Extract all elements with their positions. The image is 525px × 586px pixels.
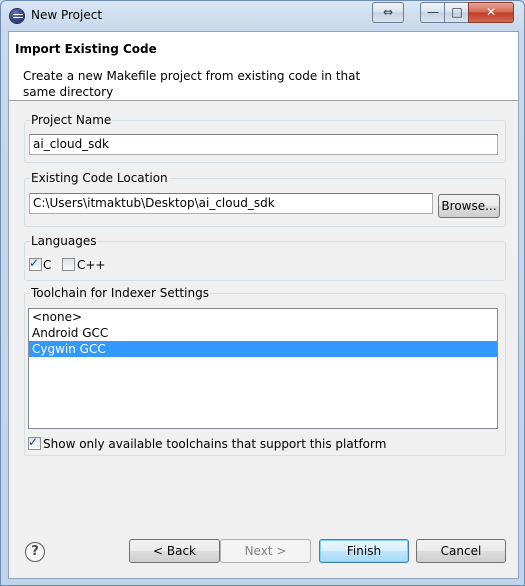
code-location-label: Existing Code Location <box>30 170 169 186</box>
languages-group: Languages ✓ C C++ <box>24 233 506 281</box>
toolchain-group: Toolchain for Indexer Settings <none> An… <box>24 285 506 456</box>
title-bar[interactable]: New Project ⇔ — □ ✕ <box>1 1 524 31</box>
browse-button[interactable]: Browse... <box>438 194 500 218</box>
page-description: Create a new Makefile project from exist… <box>23 69 361 99</box>
minimize-button[interactable]: — <box>420 2 446 23</box>
code-location-input[interactable]: C:\Users\itmaktub\Desktop\ai_cloud_sdk <box>29 193 433 214</box>
maximize-button[interactable]: □ <box>444 2 470 23</box>
code-location-group: Existing Code Location C:\Users\itmaktub… <box>24 170 506 227</box>
dialog-window: New Project ⇔ — □ ✕ Import Existing Code… <box>0 0 525 586</box>
next-button[interactable]: Next > <box>220 539 311 563</box>
cancel-button[interactable]: Cancel <box>416 539 506 563</box>
close-button[interactable]: ✕ <box>468 2 514 23</box>
wizard-header: Import Existing Code Create a new Makefi… <box>9 32 518 101</box>
project-name-group: Project Name ai_cloud_sdk <box>24 112 506 163</box>
language-c-checkbox[interactable]: ✓ <box>29 256 42 271</box>
language-c-label: C <box>43 258 52 272</box>
checkmark-icon: ✓ <box>28 435 39 449</box>
dialog-client-area: Import Existing Code Create a new Makefi… <box>8 31 519 579</box>
toolchain-option-cygwin-gcc[interactable]: Cygwin GCC <box>29 341 497 357</box>
window-title: New Project <box>31 8 103 22</box>
restore-swap-button[interactable]: ⇔ <box>372 2 404 23</box>
toolchain-list[interactable]: <none> Android GCC Cygwin GCC <box>28 308 498 429</box>
finish-button[interactable]: Finish <box>319 539 409 563</box>
language-cpp-checkbox[interactable] <box>62 258 75 271</box>
project-name-input[interactable]: ai_cloud_sdk <box>29 134 498 155</box>
checkmark-icon: ✓ <box>29 256 40 270</box>
page-title: Import Existing Code <box>15 42 157 56</box>
back-button[interactable]: < Back <box>129 539 220 563</box>
show-available-toolchains-label: Show only available toolchains that supp… <box>43 437 387 451</box>
toolchain-option-android-gcc[interactable]: Android GCC <box>29 325 497 341</box>
project-name-label: Project Name <box>30 112 113 128</box>
language-cpp-label: C++ <box>77 258 106 272</box>
show-available-toolchains-checkbox[interactable]: ✓ <box>28 435 41 450</box>
help-icon[interactable]: ? <box>25 542 45 562</box>
languages-label: Languages <box>30 233 98 249</box>
toolchain-label: Toolchain for Indexer Settings <box>30 285 210 301</box>
toolchain-option-none[interactable]: <none> <box>29 309 497 325</box>
eclipse-app-icon <box>10 9 24 23</box>
